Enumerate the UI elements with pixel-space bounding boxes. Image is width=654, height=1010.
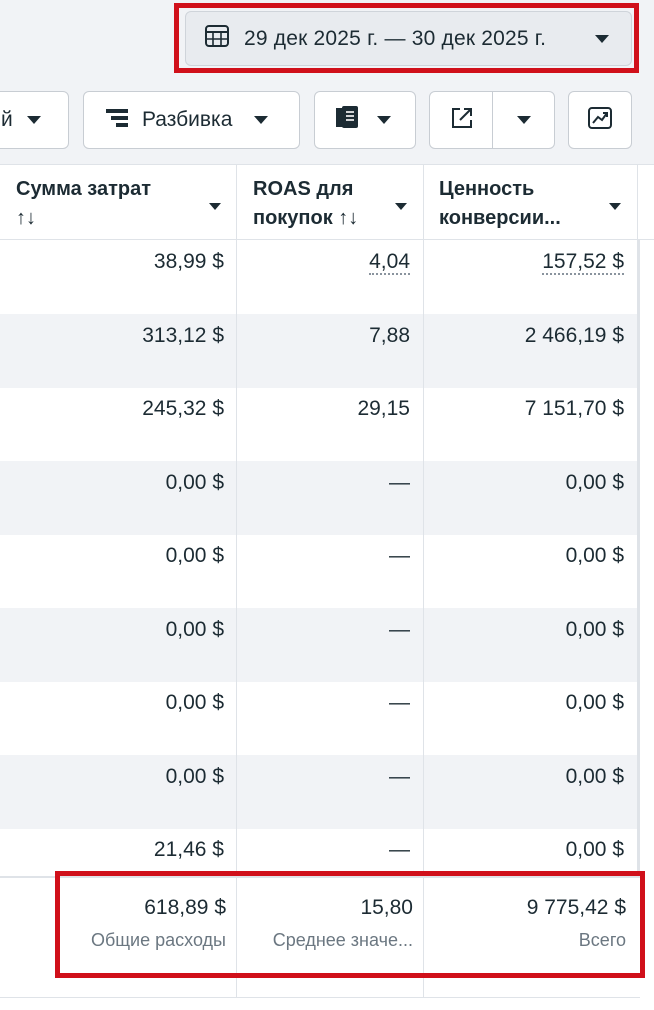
cell-conversion-value: 0,00 $ <box>566 544 624 568</box>
table-row: 0,00 $ — 0,00 $ <box>0 681 640 755</box>
trend-chart-icon <box>587 106 613 135</box>
highlight-date-range <box>174 3 639 73</box>
cell-roas: 7,88 <box>369 324 410 348</box>
cell-spend-text: 245,32 $ <box>142 397 224 420</box>
cell-conversion-value-text: 0,00 $ <box>565 691 624 714</box>
cell-conversion-value-text: 0,00 $ <box>565 764 624 788</box>
columns-dropdown-label: й <box>1 108 13 131</box>
column-header-text: Сумма затрат <box>16 178 152 200</box>
column-header-conversion-value[interactable]: Ценность конверсии... <box>423 165 637 241</box>
export-icon[interactable] <box>450 106 474 135</box>
breakdown-icon <box>104 107 130 134</box>
cell-spend-text: 0,00 $ <box>165 544 224 567</box>
cell-conversion-value: 0,00 $ <box>566 838 624 862</box>
cell-roas: — <box>389 544 410 568</box>
table-row: 0,00 $ — 0,00 $ <box>0 460 640 535</box>
column-header-text: конверсии... <box>439 207 561 229</box>
chevron-down-icon <box>26 116 41 124</box>
button-divider <box>492 92 493 148</box>
vertical-scrollbar[interactable] <box>637 240 640 876</box>
cell-spend-text: 313,12 $ <box>142 323 224 347</box>
cell-roas: — <box>389 691 410 715</box>
cell-roas-text: — <box>389 544 410 567</box>
cell-roas-text: — <box>389 617 410 641</box>
cell-spend: 0,00 $ <box>166 544 224 568</box>
trend-chart-button[interactable] <box>568 91 632 149</box>
reports-icon <box>333 104 361 137</box>
column-header-roas[interactable]: ROAS для покупок ↑↓ <box>237 165 423 241</box>
cell-conversion-value-text: 0,00 $ <box>565 838 624 861</box>
cell-conversion-value-text: 2 466,19 $ <box>524 323 624 347</box>
cell-roas-text[interactable]: 4,04 <box>369 250 410 275</box>
cell-conversion-value-text: 7 151,70 $ <box>524 397 624 420</box>
chevron-down-icon <box>209 203 221 210</box>
table-header: Сумма затрат ↑↓ ROAS для покупок ↑↓ Ценн… <box>0 164 654 240</box>
cell-conversion-value: 0,00 $ <box>566 618 624 642</box>
cell-spend: 0,00 $ <box>166 765 224 789</box>
table-row: 0,00 $ — 0,00 $ <box>0 754 640 829</box>
cell-conversion-value: 7 151,70 $ <box>525 397 624 421</box>
cell-spend: 0,00 $ <box>166 691 224 715</box>
breakdown-label: Разбивка <box>142 108 233 131</box>
cell-spend-text: 0,00 $ <box>165 691 224 714</box>
column-divider <box>637 164 638 240</box>
cell-conversion-value-text: 0,00 $ <box>565 617 624 641</box>
chevron-down-icon <box>377 116 391 124</box>
toolbar: й Разбивка <box>0 80 654 164</box>
reports-button[interactable] <box>314 91 416 149</box>
cell-roas: — <box>389 765 410 789</box>
cell-conversion-value-text: 0,00 $ <box>565 544 624 567</box>
cell-conversion-value: 2 466,19 $ <box>525 324 624 348</box>
cell-roas: — <box>389 471 410 495</box>
cell-roas-text: 29,15 <box>357 397 410 420</box>
cell-spend-text: 0,00 $ <box>165 470 224 494</box>
cell-spend-text: 21,46 $ <box>153 838 224 861</box>
table-row: 245,32 $ 29,15 7 151,70 $ <box>0 387 640 461</box>
cell-conversion-value: 0,00 $ <box>566 471 624 495</box>
columns-dropdown-button[interactable]: й <box>0 91 69 149</box>
cell-roas: — <box>389 838 410 862</box>
cell-roas-text: 7,88 <box>369 323 410 347</box>
breakdown-button[interactable]: Разбивка <box>83 91 300 149</box>
cell-spend-text: 38,99 $ <box>153 250 224 273</box>
export-button-group <box>429 91 555 149</box>
cell-roas-text: — <box>389 691 410 714</box>
table-row: 0,00 $ — 0,00 $ <box>0 534 640 608</box>
cell-spend: 313,12 $ <box>142 324 224 348</box>
chevron-down-icon <box>609 203 621 210</box>
cell-spend: 38,99 $ <box>154 250 224 274</box>
column-header-text: ROAS для <box>253 178 354 200</box>
cell-conversion-value-text: 0,00 $ <box>565 470 624 494</box>
column-header-spend[interactable]: Сумма затрат ↑↓ <box>0 165 237 241</box>
sort-icon: ↑↓ <box>16 207 36 229</box>
cell-spend-text: 0,00 $ <box>165 764 224 788</box>
cell-roas-text: — <box>389 764 410 788</box>
cell-conversion-value-text[interactable]: 157,52 $ <box>542 250 624 275</box>
highlight-totals <box>55 871 645 978</box>
cell-roas: — <box>389 618 410 642</box>
cell-roas-text: — <box>389 838 410 861</box>
table-row: 313,12 $ 7,88 2 466,19 $ <box>0 313 640 388</box>
column-header-text: покупок ↑↓ <box>253 207 359 229</box>
cell-conversion-value: 0,00 $ <box>566 765 624 789</box>
cell-spend: 21,46 $ <box>154 838 224 862</box>
export-dropdown-chevron-icon[interactable] <box>517 116 531 124</box>
cell-spend: 245,32 $ <box>142 397 224 421</box>
cell-roas: 29,15 <box>357 397 410 421</box>
cell-conversion-value: 157,52 $ <box>542 250 624 275</box>
chevron-down-icon <box>395 203 407 210</box>
table-row: 38,99 $ 4,04 157,52 $ <box>0 240 640 314</box>
column-header-text: Ценность <box>439 178 535 200</box>
cell-spend: 0,00 $ <box>166 618 224 642</box>
table-row: 0,00 $ — 0,00 $ <box>0 607 640 682</box>
cell-roas-text: — <box>389 470 410 494</box>
cell-roas: 4,04 <box>369 250 410 275</box>
cell-spend-text: 0,00 $ <box>165 617 224 641</box>
cell-conversion-value: 0,00 $ <box>566 691 624 715</box>
cell-spend: 0,00 $ <box>166 471 224 495</box>
chevron-down-icon <box>254 116 269 124</box>
